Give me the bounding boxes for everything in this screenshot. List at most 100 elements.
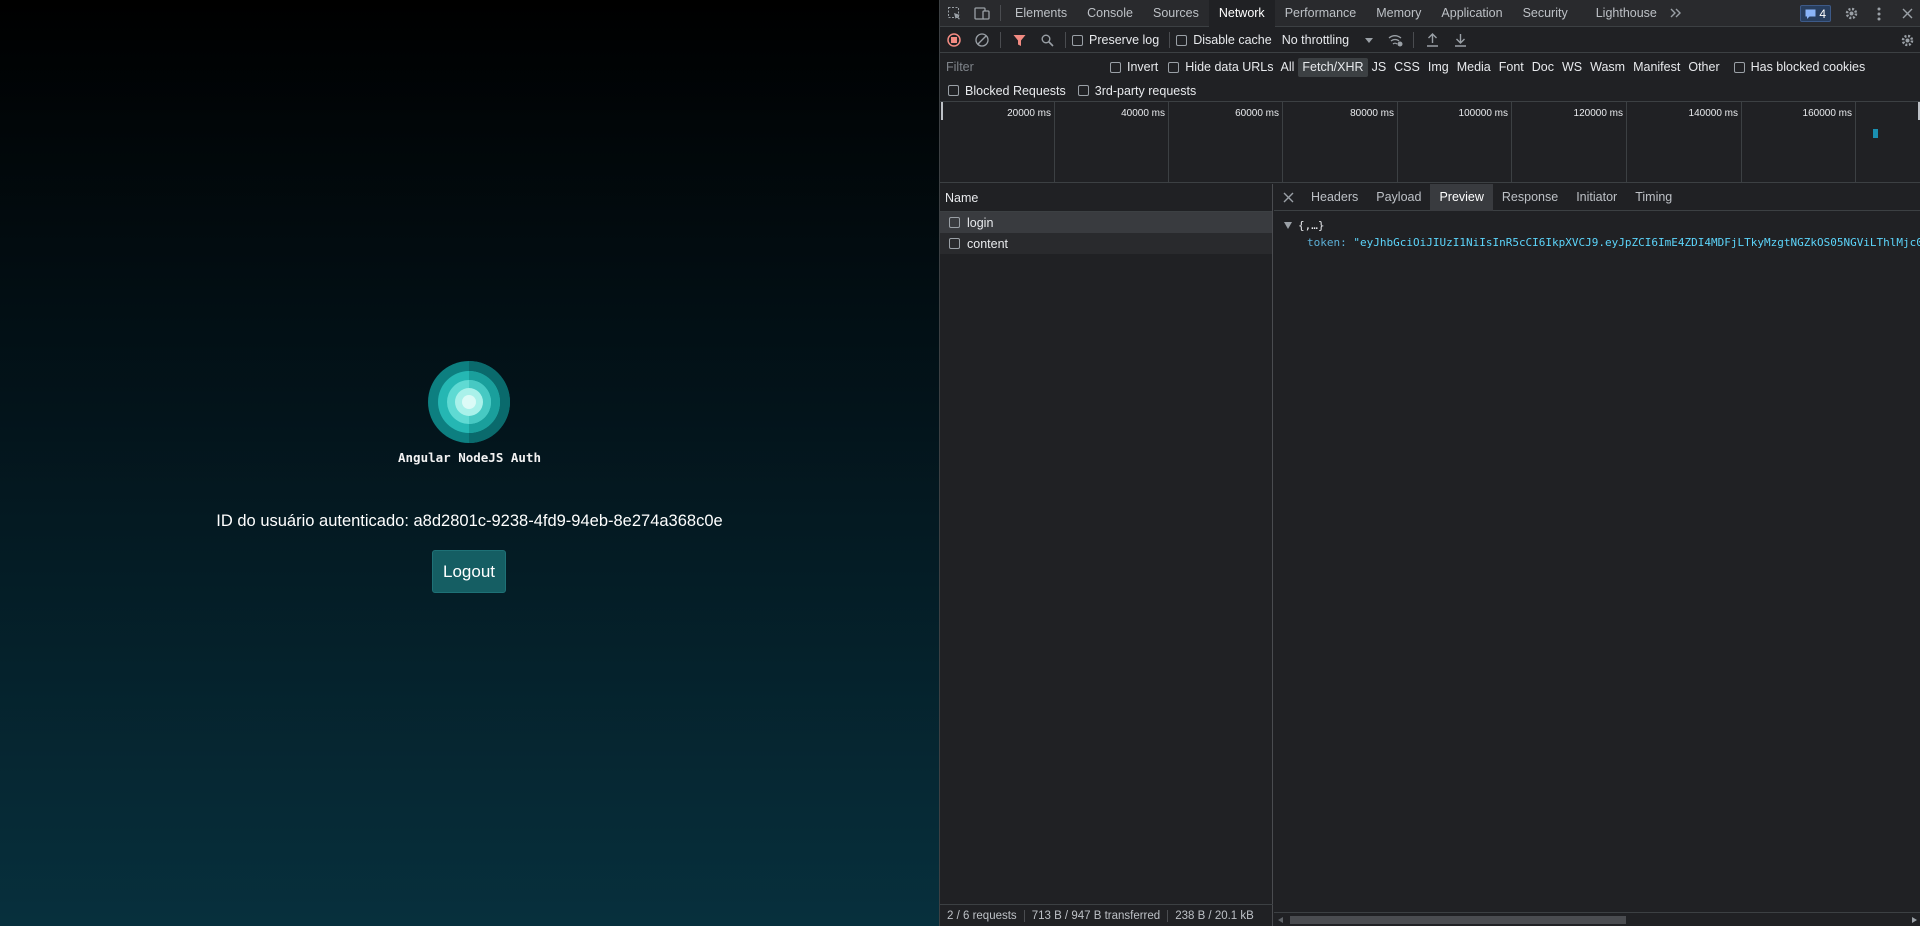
devtools-panel: Elements Console Sources Network Perform… — [939, 0, 1920, 926]
filter-type-css[interactable]: CSS — [1390, 58, 1424, 77]
filter-input[interactable] — [940, 57, 1100, 77]
tab-elements[interactable]: Elements — [1005, 0, 1077, 27]
invert-checkbox[interactable]: Invert — [1110, 60, 1158, 74]
tab-payload[interactable]: Payload — [1367, 184, 1430, 211]
detail-tab-bar: Headers Payload Preview Response Initiat… — [1274, 183, 1920, 211]
scroll-left-icon[interactable] — [1278, 917, 1283, 923]
dropdown-arrow-icon — [1365, 37, 1374, 43]
filter-type-manifest[interactable]: Manifest — [1629, 58, 1684, 77]
divider — [1169, 32, 1171, 48]
settings-gear-icon[interactable] — [1837, 0, 1865, 27]
filter-type-js[interactable]: JS — [1368, 58, 1391, 77]
has-blocked-cookies-checkbox[interactable]: Has blocked cookies — [1733, 60, 1866, 74]
more-options-icon[interactable] — [1865, 0, 1893, 27]
filter-funnel-icon[interactable] — [1005, 27, 1033, 54]
checkbox-box[interactable] — [1077, 85, 1089, 96]
app-logo-icon — [428, 361, 510, 443]
tab-performance[interactable]: Performance — [1275, 0, 1367, 27]
export-har-icon[interactable] — [1446, 27, 1474, 54]
checkbox-box[interactable] — [1176, 34, 1188, 46]
issues-count: 4 — [1819, 6, 1826, 21]
invert-label: Invert — [1127, 60, 1159, 74]
third-party-requests-checkbox[interactable]: 3rd-party requests — [1077, 84, 1196, 98]
import-har-icon[interactable] — [1418, 27, 1446, 54]
checkbox-box[interactable] — [949, 238, 960, 249]
timeline-overview[interactable]: 20000 ms 40000 ms 60000 ms 80000 ms 1000… — [940, 102, 1920, 183]
filter-type-ws[interactable]: WS — [1558, 58, 1586, 77]
requests-list: Name login content 2 / 6 requests 713 B … — [940, 184, 1273, 926]
scrollbar-thumb[interactable] — [1290, 916, 1626, 924]
record-stop-icon[interactable] — [940, 27, 968, 54]
tab-sources[interactable]: Sources — [1143, 0, 1209, 27]
throttling-select[interactable]: No throttling — [1282, 33, 1374, 47]
preserve-log-checkbox[interactable]: Preserve log — [1072, 33, 1159, 47]
blocked-requests-label: Blocked Requests — [965, 83, 1066, 98]
network-settings-gear-icon[interactable] — [1893, 27, 1920, 54]
tab-initiator[interactable]: Initiator — [1567, 184, 1626, 211]
json-object-node[interactable]: {,…} — [1284, 219, 1920, 232]
checkbox-box[interactable] — [948, 85, 959, 96]
divider — [1413, 32, 1415, 48]
tab-memory[interactable]: Memory — [1366, 0, 1431, 27]
blocked-requests-checkbox[interactable]: Blocked Requests — [948, 84, 1066, 98]
json-preview: {,…} token: "eyJhbGciOiJIUzI1NiIsInR5cCI… — [1274, 211, 1920, 249]
json-token-property[interactable]: token: "eyJhbGciOiJIUzI1NiIsInR5cCI6IkpX… — [1284, 236, 1920, 249]
tab-headers[interactable]: Headers — [1302, 184, 1367, 211]
has-blocked-cookies-label: Has blocked cookies — [1750, 60, 1866, 74]
tab-preview[interactable]: Preview — [1430, 183, 1493, 211]
device-toolbar-icon[interactable] — [968, 0, 996, 27]
filter-type-doc[interactable]: Doc — [1528, 58, 1558, 77]
checkbox-box[interactable] — [1072, 34, 1083, 46]
request-detail-pane: Headers Payload Preview Response Initiat… — [1274, 183, 1920, 926]
issues-badge[interactable]: 4 — [1800, 5, 1831, 22]
property-separator: : — [1340, 236, 1354, 249]
checkbox-box[interactable] — [1733, 61, 1745, 73]
more-tabs-icon[interactable] — [1667, 0, 1685, 27]
tab-application[interactable]: Application — [1431, 0, 1512, 27]
disable-cache-checkbox[interactable]: Disable cache — [1176, 33, 1272, 47]
logout-button[interactable]: Logout — [432, 550, 506, 593]
transferred-size: 713 B / 947 B transferred — [1025, 909, 1169, 922]
filter-type-all[interactable]: All — [1277, 58, 1299, 77]
request-bar — [1873, 129, 1878, 138]
network-toolbar: Preserve log Disable cache No throttling — [940, 28, 1920, 53]
name-column-header[interactable]: Name — [940, 184, 1272, 212]
network-conditions-icon[interactable] — [1381, 27, 1409, 54]
horizontal-scrollbar[interactable] — [1274, 912, 1920, 926]
tab-timing[interactable]: Timing — [1626, 184, 1681, 211]
tab-network[interactable]: Network — [1208, 0, 1275, 27]
authenticated-user-id: ID do usuário autenticado: a8d2801c-9238… — [216, 512, 723, 530]
timeline-tick-label: 160000 ms — [1802, 108, 1852, 119]
message-icon — [1805, 9, 1816, 19]
property-key: token — [1307, 236, 1341, 249]
hide-data-urls-checkbox[interactable]: Hide data URLs — [1168, 60, 1274, 74]
filter-type-media[interactable]: Media — [1453, 58, 1495, 77]
tab-lighthouse[interactable]: Lighthouse — [1578, 0, 1667, 27]
filter-type-wasm[interactable]: Wasm — [1586, 58, 1629, 77]
close-detail-icon[interactable] — [1274, 184, 1302, 211]
close-devtools-icon[interactable] — [1893, 0, 1920, 27]
tab-console[interactable]: Console — [1077, 0, 1143, 27]
divider — [1065, 32, 1066, 48]
request-row-login[interactable]: login — [940, 212, 1272, 233]
tab-security[interactable]: Security — [1513, 0, 1578, 27]
expand-triangle-icon[interactable] — [1284, 222, 1292, 229]
request-name: login — [967, 215, 994, 230]
filter-type-img[interactable]: Img — [1424, 58, 1453, 77]
devtools-tab-bar: Elements Console Sources Network Perform… — [940, 0, 1920, 27]
preserve-log-label: Preserve log — [1089, 33, 1160, 47]
filter-type-fetch-xhr[interactable]: Fetch/XHR — [1298, 57, 1368, 77]
request-row-content[interactable]: content — [940, 233, 1272, 254]
divider — [1000, 32, 1001, 48]
checkbox-box[interactable] — [949, 217, 960, 228]
inspect-element-icon[interactable] — [940, 0, 968, 27]
tab-response[interactable]: Response — [1493, 184, 1567, 211]
filter-type-other[interactable]: Other — [1684, 58, 1723, 77]
overview-left-handle[interactable] — [941, 102, 943, 120]
search-icon[interactable] — [1033, 27, 1061, 54]
clear-icon[interactable] — [968, 27, 996, 54]
checkbox-box[interactable] — [1110, 61, 1121, 73]
checkbox-box[interactable] — [1168, 61, 1180, 73]
filter-type-font[interactable]: Font — [1495, 58, 1528, 77]
scroll-right-icon[interactable] — [1912, 917, 1917, 923]
